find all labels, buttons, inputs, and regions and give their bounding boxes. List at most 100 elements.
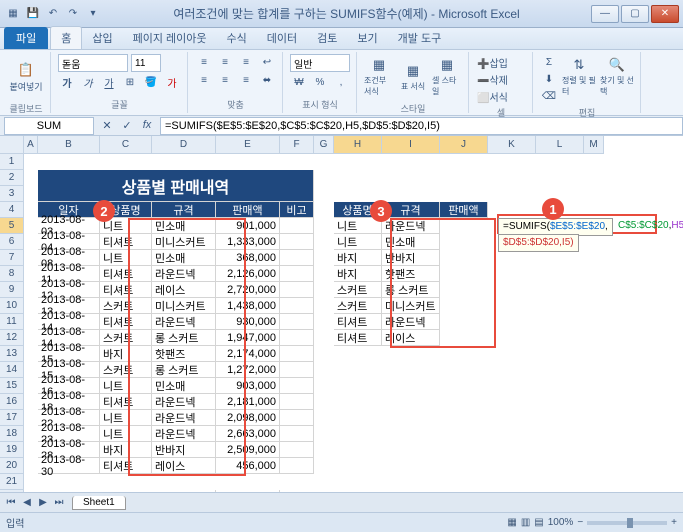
cell-note[interactable] (280, 346, 314, 362)
sheet-tab-1[interactable]: Sheet1 (72, 496, 126, 510)
cell-note[interactable] (280, 234, 314, 250)
total-label[interactable]: 합 계 (38, 490, 216, 492)
cell-spec[interactable]: 민소매 (152, 218, 216, 234)
delete-button[interactable]: ➖삭제 (476, 71, 526, 87)
autosum-button[interactable]: Σ (540, 54, 558, 70)
cell-spec[interactable]: 민소매 (152, 378, 216, 394)
file-tab[interactable]: 파일 (4, 27, 48, 49)
row-header-18[interactable]: 18 (0, 426, 24, 442)
cell-amount[interactable]: 2,509,000 (216, 442, 280, 458)
format-button[interactable]: ⬜서식 (476, 88, 526, 104)
row-header-11[interactable]: 11 (0, 314, 24, 330)
row-header-3[interactable]: 3 (0, 186, 24, 202)
cell-amount[interactable]: 2,098,000 (216, 410, 280, 426)
maximize-button[interactable]: ▢ (621, 5, 649, 23)
view-break-button[interactable]: ▤ (534, 517, 543, 528)
col-header-J[interactable]: J (440, 136, 488, 154)
cell-note[interactable] (280, 298, 314, 314)
row-header-16[interactable]: 16 (0, 394, 24, 410)
col-header-H[interactable]: H (334, 136, 382, 154)
cell-product[interactable]: 티셔트 (100, 458, 152, 474)
title-cell[interactable]: 상품별 판매내역 (38, 170, 314, 202)
cell-r-spec[interactable]: 미니스커트 (382, 298, 440, 314)
row-header-4[interactable]: 4 (0, 202, 24, 218)
cell-amount[interactable]: 368,000 (216, 250, 280, 266)
row-header-9[interactable]: 9 (0, 282, 24, 298)
cell-r-product[interactable]: 스커트 (334, 298, 382, 314)
row-header-5[interactable]: 5 (0, 218, 24, 234)
row-header-1[interactable]: 1 (0, 154, 24, 170)
cell-spec[interactable]: 라운드넥 (152, 426, 216, 442)
cell-r-spec[interactable]: 라운드넥 (382, 314, 440, 330)
cell-r-spec[interactable]: 핫팬즈 (382, 266, 440, 282)
cell-r-product[interactable]: 스커트 (334, 282, 382, 298)
cell-product[interactable]: 니트 (100, 250, 152, 266)
border-button[interactable]: ⊞ (121, 74, 139, 90)
cell-product[interactable]: 바지 (100, 442, 152, 458)
cell-amount[interactable]: 903,000 (216, 378, 280, 394)
fx-button[interactable]: fx (138, 119, 156, 132)
cell-note[interactable] (280, 458, 314, 474)
sort-filter-button[interactable]: ⇅정렬 및 필터 (562, 54, 596, 100)
table-format-button[interactable]: ▦표 서식 (398, 54, 428, 100)
cell-amount[interactable]: 2,663,000 (216, 426, 280, 442)
paste-button[interactable]: 📋 붙여넣기 (8, 54, 44, 100)
font-color-button[interactable]: 가 (163, 74, 181, 90)
cell-note[interactable] (280, 442, 314, 458)
row-header-19[interactable]: 19 (0, 442, 24, 458)
cell-product[interactable]: 니트 (100, 410, 152, 426)
row-header-10[interactable]: 10 (0, 298, 24, 314)
cell-product[interactable]: 티셔트 (100, 282, 152, 298)
cell-note[interactable] (280, 250, 314, 266)
name-box[interactable]: SUM (4, 117, 94, 135)
cell-r-product[interactable]: 바지 (334, 266, 382, 282)
cell-product[interactable]: 티셔트 (100, 314, 152, 330)
cell-amount[interactable]: 901,000 (216, 218, 280, 234)
col-header-G[interactable]: G (314, 136, 334, 154)
align-center-button[interactable]: ≡ (216, 72, 234, 88)
cell-product[interactable]: 티셔트 (100, 234, 152, 250)
col-header-K[interactable]: K (488, 136, 536, 154)
cell-spec[interactable]: 라운드넥 (152, 266, 216, 282)
fill-button[interactable]: ⬇ (540, 71, 558, 87)
row-header-2[interactable]: 2 (0, 170, 24, 186)
cell-amount[interactable]: 1,272,000 (216, 362, 280, 378)
align-bot-button[interactable]: ≡ (237, 54, 255, 70)
cell-spec[interactable]: 라운드넥 (152, 314, 216, 330)
font-name-box[interactable]: 돋움 (58, 54, 128, 72)
cell-product[interactable]: 스커트 (100, 298, 152, 314)
cell-r-product[interactable]: 티셔트 (334, 330, 382, 346)
col-header-L[interactable]: L (536, 136, 584, 154)
qat-more-icon[interactable]: ▾ (84, 5, 102, 23)
cancel-formula-button[interactable]: ✕ (98, 119, 116, 132)
tab-developer[interactable]: 개발 도구 (388, 27, 452, 49)
bold-button[interactable]: 가 (58, 74, 76, 90)
total-value[interactable]: 26,469,000 (216, 490, 280, 492)
cell-amount[interactable]: 1,438,000 (216, 298, 280, 314)
tab-insert[interactable]: 삽입 (82, 27, 122, 49)
minimize-button[interactable]: — (591, 5, 619, 23)
cell-product[interactable]: 니트 (100, 378, 152, 394)
col-header-A[interactable]: A (24, 136, 38, 154)
tab-review[interactable]: 검토 (307, 27, 347, 49)
col-header-B[interactable]: B (38, 136, 100, 154)
cell-note[interactable] (280, 362, 314, 378)
cell-note[interactable] (280, 378, 314, 394)
cell-spec[interactable]: 반바지 (152, 442, 216, 458)
cell-product[interactable]: 스커트 (100, 330, 152, 346)
cells-area[interactable]: 상품별 판매내역일자상품명규격판매액비고상품명규격판매액2013-08-03니트… (24, 154, 683, 492)
row-header-22[interactable]: 22 (0, 490, 24, 492)
tab-data[interactable]: 데이터 (257, 27, 307, 49)
cell-spec[interactable]: 민소매 (152, 250, 216, 266)
row-header-6[interactable]: 6 (0, 234, 24, 250)
sheet-first-button[interactable]: ⏮ (4, 497, 18, 508)
cell-product[interactable]: 바지 (100, 346, 152, 362)
sheet-prev-button[interactable]: ◀ (20, 497, 34, 508)
cell-spec[interactable]: 라운드넥 (152, 410, 216, 426)
cell-spec[interactable]: 핫팬즈 (152, 346, 216, 362)
sheet-last-button[interactable]: ⏭ (52, 497, 66, 508)
cell-r-spec[interactable]: 레이스 (382, 330, 440, 346)
cell-product[interactable]: 니트 (100, 426, 152, 442)
align-mid-button[interactable]: ≡ (216, 54, 234, 70)
excel-icon[interactable]: ▦ (4, 5, 22, 23)
